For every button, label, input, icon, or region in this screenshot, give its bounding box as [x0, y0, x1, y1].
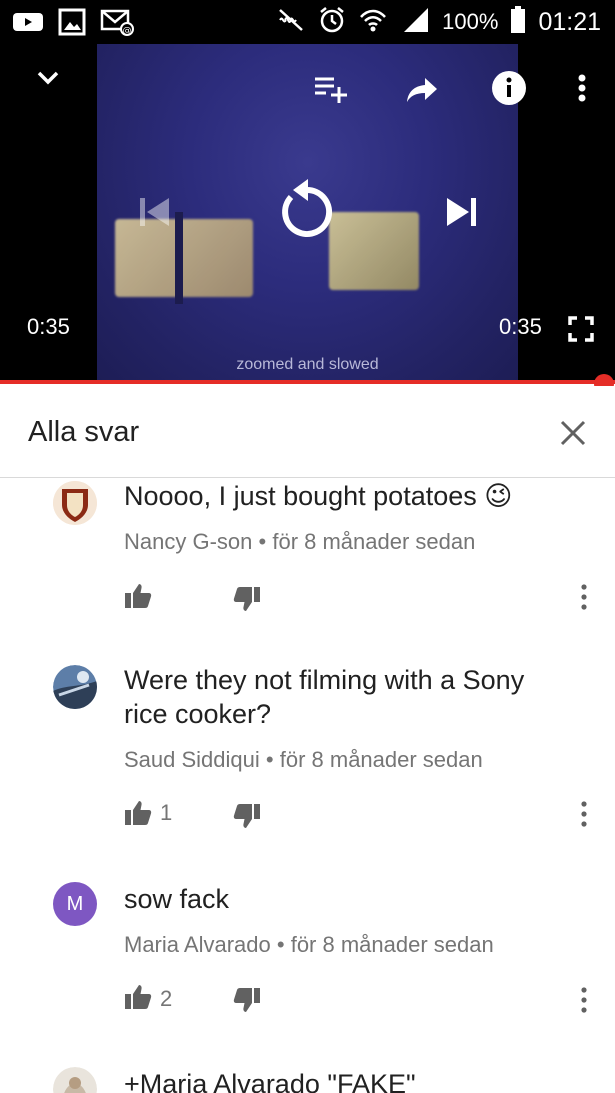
avatar[interactable]: [53, 1067, 97, 1093]
add-to-playlist-icon[interactable]: [310, 70, 352, 106]
comment-text: +Maria Alvarado "FAKE": [124, 1069, 416, 1093]
collapse-chevron-icon[interactable]: [30, 60, 66, 96]
like-icon[interactable]: [124, 983, 152, 1011]
comment-meta: Saud Siddiqui • för 8 månader sedan: [124, 747, 483, 773]
meta-separator: •: [258, 529, 267, 554]
svg-text:@: @: [123, 26, 132, 36]
previous-icon[interactable]: [134, 192, 174, 232]
clock: 01:21: [538, 7, 601, 36]
wifi-icon: [358, 6, 388, 39]
comment-text: Were they not filming with a Sony rice c…: [124, 665, 525, 729]
dislike-icon[interactable]: [233, 585, 261, 613]
meta-separator: •: [265, 747, 274, 772]
like-count: 1: [160, 800, 173, 825]
progress-bar[interactable]: [0, 380, 615, 384]
comment-text: sow fack: [124, 884, 230, 914]
status-bar: @ 100% 01:21: [0, 0, 615, 44]
video-player[interactable]: zoomed and slowed 0:35 0:35: [0, 44, 615, 382]
more-options-icon[interactable]: [570, 70, 594, 106]
list-item: Noooo, I just bought potatoes 😉 Nancy G-…: [0, 479, 615, 649]
battery-percent: 100%: [442, 9, 499, 34]
share-icon[interactable]: [402, 72, 442, 108]
comment-time: för 8 månader sedan: [290, 932, 494, 957]
email-icon: @: [100, 8, 134, 41]
wink-emoji-icon: 😉: [484, 481, 513, 511]
battery-icon: [510, 5, 526, 39]
youtube-icon: [12, 10, 44, 39]
info-icon[interactable]: [489, 70, 529, 106]
comment-author[interactable]: Maria Alvarado: [124, 932, 271, 957]
comment-more-icon[interactable]: [574, 800, 594, 828]
gallery-icon: [58, 8, 86, 41]
comment-time: för 8 månader sedan: [279, 747, 483, 772]
time-total: 0:35: [499, 314, 542, 339]
comment-meta: Maria Alvarado • för 8 månader sedan: [124, 932, 494, 958]
mute-icon: [276, 7, 306, 38]
like-icon[interactable]: [124, 582, 152, 610]
replies-title: Alla svar: [28, 416, 140, 448]
video-window-frame: [175, 212, 183, 304]
comment-meta: Nancy G-son • för 8 månader sedan: [124, 529, 475, 555]
comment-more-icon[interactable]: [574, 986, 594, 1014]
avatar[interactable]: [53, 665, 97, 709]
list-item: +Maria Alvarado "FAKE": [0, 1067, 615, 1093]
comment-time: för 8 månader sedan: [272, 529, 476, 554]
dislike-icon[interactable]: [233, 802, 261, 830]
avatar[interactable]: M: [53, 882, 97, 926]
comment-author[interactable]: Nancy G-son: [124, 529, 252, 554]
next-icon[interactable]: [442, 192, 482, 232]
time-elapsed: 0:35: [27, 314, 70, 339]
close-icon[interactable]: [556, 416, 590, 450]
dislike-icon[interactable]: [233, 986, 261, 1014]
signal-icon: [400, 6, 430, 39]
fullscreen-icon[interactable]: [566, 314, 596, 344]
comment-text: Noooo, I just bought potatoes 😉: [124, 481, 513, 511]
like-count: 2: [160, 986, 173, 1011]
list-item: M sow fack Maria Alvarado • för 8 månade…: [0, 882, 615, 1052]
meta-separator: •: [276, 932, 285, 957]
replay-icon[interactable]: [276, 176, 340, 240]
comment-more-icon[interactable]: [574, 583, 594, 611]
avatar[interactable]: [53, 481, 97, 525]
like-icon[interactable]: [124, 799, 152, 827]
comment-author[interactable]: Saud Siddiqui: [124, 747, 260, 772]
video-window-right: [329, 212, 419, 290]
video-caption: zoomed and slowed: [236, 356, 379, 373]
comments-list: Noooo, I just bought potatoes 😉 Nancy G-…: [0, 479, 615, 1093]
list-item: Were they not filming with a Sony rice c…: [0, 663, 615, 853]
alarm-icon: [318, 6, 346, 39]
replies-header: Alla svar: [0, 386, 615, 478]
